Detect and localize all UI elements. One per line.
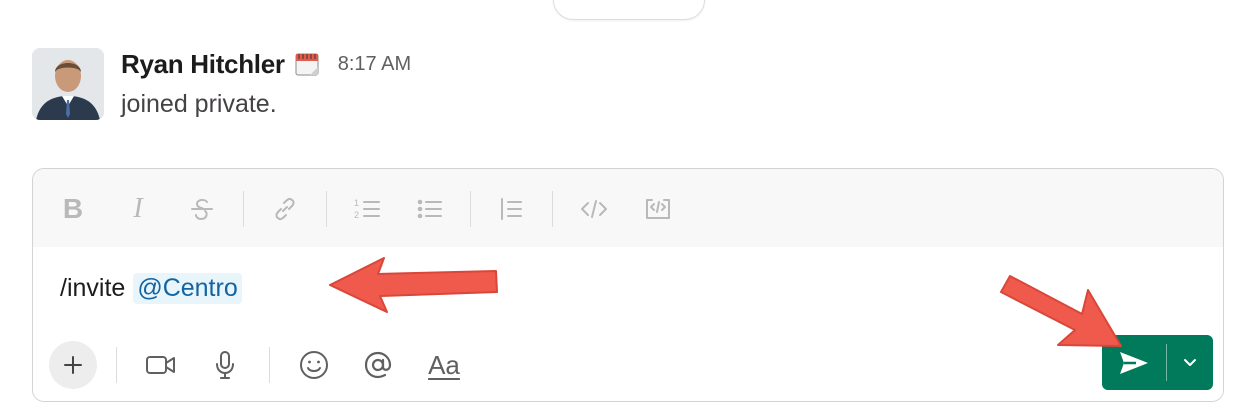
code-block-icon[interactable] [638, 189, 678, 229]
timestamp[interactable]: 8:17 AM [338, 53, 411, 76]
blockquote-icon[interactable] [491, 189, 531, 229]
user-mention[interactable]: @Centro [133, 272, 242, 304]
bulleted-list-icon[interactable] [410, 189, 450, 229]
strikethrough-icon[interactable] [182, 189, 222, 229]
video-camera-icon[interactable] [139, 343, 183, 387]
send-icon [1120, 351, 1148, 374]
message-item: Ryan Hitchler 8:17 AM joined private. [0, 40, 1244, 140]
send-options-button[interactable] [1167, 335, 1213, 390]
formatting-toolbar: B I 1 2 [33, 169, 1223, 247]
ordered-list-icon[interactable]: 1 2 [347, 189, 387, 229]
composer-actions-toolbar: Aa [33, 333, 1223, 401]
chevron-down-icon [1184, 358, 1196, 366]
calendar-icon [294, 50, 322, 78]
send-button-group [1102, 335, 1213, 390]
avatar[interactable] [32, 48, 104, 120]
message-text: joined private. [121, 90, 277, 118]
bold-icon[interactable]: B [53, 189, 93, 229]
send-button[interactable] [1102, 335, 1166, 390]
sender-line: Ryan Hitchler 8:17 AM [121, 48, 411, 80]
emoji-icon[interactable] [292, 343, 336, 387]
svg-text:2: 2 [354, 210, 359, 220]
slash-command: /invite [60, 273, 126, 302]
italic-icon[interactable]: I [118, 189, 158, 229]
text-formatting-label: Aa [428, 349, 460, 380]
svg-text:1: 1 [354, 198, 359, 208]
code-icon[interactable] [574, 189, 614, 229]
microphone-icon[interactable] [203, 343, 247, 387]
plus-icon[interactable] [49, 341, 97, 389]
message-input[interactable]: /invite @Centro [33, 247, 1223, 333]
text-formatting-toggle[interactable]: Aa [419, 343, 469, 387]
sender-name[interactable]: Ryan Hitchler [121, 49, 285, 80]
message-input-text[interactable]: /invite @Centro [60, 271, 242, 305]
message-composer: B I 1 2 /invite @Centro Aa [32, 168, 1224, 402]
mention-icon[interactable] [356, 343, 400, 387]
link-icon[interactable] [265, 189, 305, 229]
date-divider-pill[interactable] [553, 0, 705, 20]
